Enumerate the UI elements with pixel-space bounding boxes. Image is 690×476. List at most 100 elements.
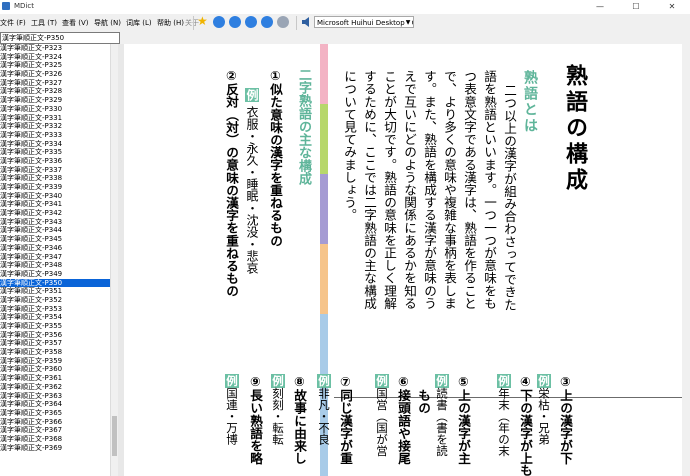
list-item[interactable]: 漢字筆順正文-P350 <box>0 278 118 288</box>
margin-color-purple <box>320 174 328 244</box>
menu-file[interactable]: 文件 (F) <box>0 18 26 28</box>
favorite-star-icon[interactable]: ★ <box>197 15 208 27</box>
list-item[interactable]: 漢字筆順正文-P368 <box>0 435 118 444</box>
list-item[interactable]: 漢字筆順正文-P366 <box>0 418 118 427</box>
list-item[interactable]: 漢字筆順正文-P329 <box>0 96 118 105</box>
menu-view[interactable]: 查看 (V) <box>62 18 88 28</box>
list-item[interactable]: 漢字筆順正文-P335 <box>0 148 118 157</box>
list-item[interactable]: 漢字筆順正文-P351 <box>0 287 118 296</box>
list-item[interactable]: 漢字筆順正文-P363 <box>0 392 118 401</box>
item-1-example-text: 衣服・永久・睡眠・沈没・悲哀 <box>245 105 259 274</box>
forward-icon[interactable] <box>277 16 289 28</box>
menu-tools[interactable]: 工具 (T) <box>31 18 57 28</box>
lower-heading-5: ⑤上の漢字が主 <box>456 374 471 465</box>
list-item[interactable]: 漢字筆順正文-P333 <box>0 131 118 140</box>
para-line-9: について見てみましょう。 <box>342 70 357 222</box>
list-item[interactable]: 漢字筆順正文-P336 <box>0 157 118 166</box>
down-icon[interactable] <box>245 16 257 28</box>
list-item[interactable]: 漢字筆順正文-P348 <box>0 261 118 270</box>
content-scrollbar[interactable] <box>682 44 690 476</box>
window-title: MDict <box>14 2 34 10</box>
list-item[interactable]: 漢字筆順正文-P339 <box>0 183 118 192</box>
example-badge: 例 <box>271 374 285 388</box>
lower-example-6: 例国営（国が営 <box>374 374 390 457</box>
search-row: 漢字筆順正文-P350 <box>0 32 690 44</box>
item-2-heading: ②反対（対）の意味の漢字を重ねるもの <box>224 68 239 298</box>
home-icon[interactable] <box>213 16 225 28</box>
list-item[interactable]: 漢字筆順正文-P347 <box>0 253 118 262</box>
list-item[interactable]: 漢字筆順正文-P338 <box>0 174 118 183</box>
lower-heading-6: ⑥接頭語や接尾 <box>396 374 411 465</box>
list-item[interactable]: 漢字筆順正文-P323 <box>0 44 118 53</box>
list-item[interactable]: 漢字筆順正文-P337 <box>0 166 118 175</box>
maximize-button[interactable]: ☐ <box>618 0 654 14</box>
margin-color-blue <box>320 314 328 374</box>
up-icon[interactable] <box>229 16 241 28</box>
para-line-3: つ表意文字である漢字は、熟語を作ること <box>462 70 477 310</box>
list-item[interactable]: 漢字筆順正文-P342 <box>0 209 118 218</box>
para-line-4: で、より多くの意味や複雑な事柄を表しま <box>442 70 457 310</box>
list-item[interactable]: 漢字筆順正文-P362 <box>0 383 118 392</box>
list-item[interactable]: 漢字筆順正文-P325 <box>0 61 118 70</box>
back-icon[interactable] <box>261 16 273 28</box>
lower-heading-4: ④下の漢字が上 <box>518 374 533 465</box>
list-item[interactable]: 漢字筆順正文-P360 <box>0 365 118 374</box>
list-item[interactable]: 漢字筆順正文-P361 <box>0 374 118 383</box>
lower-sub-6: もの <box>416 389 431 415</box>
title-bar: MDict — ☐ ✕ <box>0 0 690 15</box>
close-button[interactable]: ✕ <box>654 0 690 14</box>
example-badge: 例 <box>435 374 449 388</box>
item-1-example: 例 衣服・永久・睡眠・沈没・悲哀 <box>244 88 261 274</box>
list-item[interactable]: 漢字筆順正文-P345 <box>0 235 118 244</box>
list-item[interactable]: 漢字筆順正文-P332 <box>0 122 118 131</box>
example-badge: 例 <box>537 374 551 388</box>
list-item[interactable]: 漢字筆順正文-P355 <box>0 322 118 331</box>
lower-sub-4: もの <box>516 464 535 476</box>
list-item[interactable]: 漢字筆順正文-P326 <box>0 70 118 79</box>
list-item[interactable]: 漢字筆順正文-P344 <box>0 226 118 235</box>
lower-example-3: 例栄枯・兄弟 <box>536 374 552 445</box>
example-badge: 例 <box>225 374 239 388</box>
lower-example-8: 例刻刻・転転 <box>270 374 286 445</box>
list-item[interactable]: 漢字筆順正文-P352 <box>0 296 118 305</box>
list-item[interactable]: 漢字筆順正文-P367 <box>0 426 118 435</box>
minimize-button[interactable]: — <box>582 0 618 14</box>
list-item[interactable]: 漢字筆順正文-P349 <box>0 270 118 279</box>
para-line-6: えで互いにどのような関係にあるかを知る <box>402 70 417 310</box>
menu-navigate[interactable]: 导航 (N) <box>94 18 121 28</box>
list-item[interactable]: 漢字筆順正文-P365 <box>0 409 118 418</box>
list-item[interactable]: 漢字筆順正文-P358 <box>0 348 118 357</box>
lower-example-7-text: 非凡・不良 <box>317 387 331 446</box>
item-1-heading: ①似た意味の漢字を重ねるもの <box>268 68 283 247</box>
speaker-icon[interactable] <box>302 17 312 27</box>
scrollbar-thumb[interactable] <box>112 416 117 456</box>
example-badge: 例 <box>375 374 389 388</box>
lower-example-6-text: 国営（国が営 <box>375 387 389 457</box>
list-item[interactable]: 漢字筆順正文-P330 <box>0 105 118 114</box>
list-item[interactable]: 漢字筆順正文-P369 <box>0 444 118 453</box>
para-line-8: するために、ここでは二字熟語の主な構成 <box>362 70 377 310</box>
para-line-7: ことが大切です。熟語の意味を正しく理解 <box>382 70 397 310</box>
lower-example-4-text: 年末（年の末 <box>497 387 511 457</box>
list-item[interactable]: 漢字筆順正文-P354 <box>0 313 118 322</box>
toolbar-separator <box>296 16 297 30</box>
list-item[interactable]: 漢字筆順正文-P346 <box>0 244 118 253</box>
lower-example-5-text: 読書（書を読 <box>435 387 449 457</box>
lower-example-5: 例読書（書を読 <box>434 374 450 457</box>
list-item[interactable]: 漢字筆順正文-P331 <box>0 114 118 123</box>
menu-help[interactable]: 帮助 (H) <box>157 18 184 28</box>
voice-select[interactable]: Microsoft Huihui Desktop - C ▼ <box>314 16 414 28</box>
list-item[interactable]: 漢字筆順正文-P328 <box>0 87 118 96</box>
lower-heading-8: ⑧故事に由来し <box>292 374 307 465</box>
menu-library[interactable]: 词库 (L) <box>126 18 152 28</box>
example-badge: 例 <box>317 374 331 388</box>
list-item[interactable]: 漢字筆順正文-P353 <box>0 305 118 314</box>
list-item[interactable]: 漢字筆順正文-P357 <box>0 339 118 348</box>
list-item[interactable]: 漢字筆順正文-P341 <box>0 200 118 209</box>
entry-view: 熟語の構成 熟語とは 二つ以上の漢字が組み合わさってできた 語を熟語といいます。… <box>124 44 690 476</box>
list-item[interactable]: 漢字筆順正文-P334 <box>0 140 118 149</box>
app-icon <box>2 2 10 10</box>
search-input[interactable]: 漢字筆順正文-P350 <box>0 32 120 44</box>
list-item[interactable]: 漢字筆順正文-P364 <box>0 400 118 409</box>
lower-heading-3: ③上の漢字が下 <box>558 374 573 465</box>
